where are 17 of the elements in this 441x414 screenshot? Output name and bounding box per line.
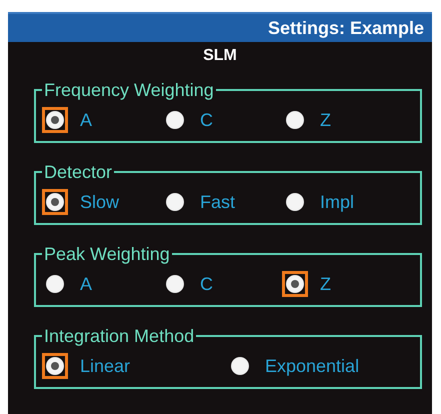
radio-option[interactable]: Linear xyxy=(42,353,130,379)
radio-option[interactable]: Slow xyxy=(42,189,120,215)
section-title: SLM xyxy=(202,46,238,66)
radio-option[interactable]: Impl xyxy=(282,189,354,215)
group-label: Peak Weighting xyxy=(43,245,171,263)
radio-option[interactable]: Exponential xyxy=(227,353,360,379)
radio-option[interactable]: C xyxy=(162,271,213,297)
radio-option[interactable]: A xyxy=(42,107,92,133)
group-label: Integration Method xyxy=(43,327,196,345)
radio-option[interactable]: Z xyxy=(282,107,331,133)
window-title: Settings: Example xyxy=(268,18,424,38)
radio-option[interactable]: Z xyxy=(282,271,331,297)
group-label: Detector xyxy=(43,163,114,181)
radio-option[interactable]: Fast xyxy=(162,189,236,215)
radio-option[interactable]: C xyxy=(162,107,213,133)
radio-option[interactable]: A xyxy=(42,271,92,297)
group-label: Frequency Weighting xyxy=(43,81,215,99)
